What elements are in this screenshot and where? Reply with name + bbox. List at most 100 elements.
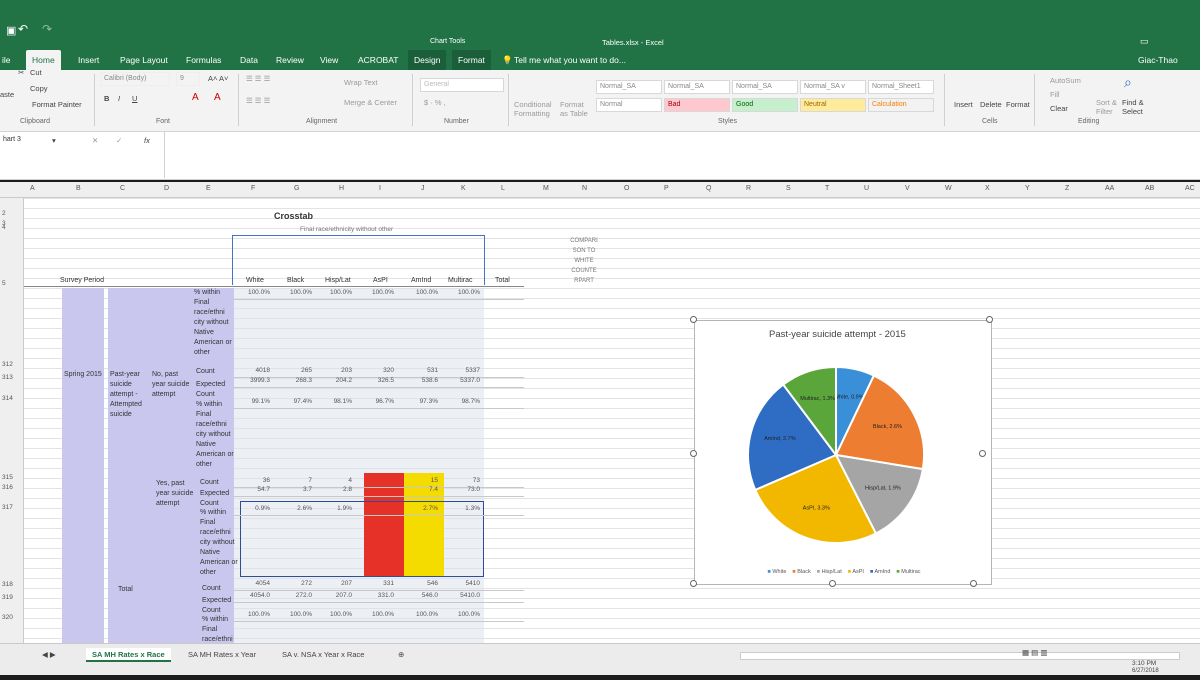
column-header-a[interactable]: A	[30, 185, 35, 192]
column-header-y[interactable]: Y	[1025, 185, 1030, 192]
row-header-5[interactable]: 5	[2, 280, 6, 287]
redo-icon[interactable]: ↷	[42, 22, 52, 36]
cell-total_pct-5[interactable]: 100.0%	[446, 611, 480, 618]
align-icons[interactable]: ☰ ☰ ☰	[246, 74, 270, 83]
insert-cells-button[interactable]: Insert	[954, 100, 973, 109]
cell-no_expected-2[interactable]: 204.2	[318, 377, 352, 384]
column-header-h[interactable]: H	[339, 185, 344, 192]
fx-icon[interactable]: fx	[144, 136, 150, 145]
cut-button[interactable]: Cut	[30, 68, 42, 77]
column-header-t[interactable]: T	[825, 185, 829, 192]
cell-yes_count-4[interactable]: 15	[404, 477, 438, 484]
tab-format[interactable]: Format	[452, 50, 491, 70]
cell-no_pct-2[interactable]: 98.1%	[318, 398, 352, 405]
cell-pct_row_top-0[interactable]: 100.0%	[236, 289, 270, 296]
cell-total_pct-2[interactable]: 100.0%	[318, 611, 352, 618]
cell-total_count-1[interactable]: 272	[278, 580, 312, 587]
user-name[interactable]: Giac-Thao Tran	[1132, 50, 1200, 85]
row-header-320[interactable]: 320	[2, 614, 13, 621]
style-normal-sa-1[interactable]: Normal_SA	[596, 80, 662, 94]
grow-font-icon[interactable]: A˄ A˅	[208, 74, 228, 83]
number-format-select[interactable]: General	[420, 78, 504, 92]
tab-acrobat[interactable]: ACROBAT	[352, 50, 404, 70]
column-header-g[interactable]: G	[294, 185, 299, 192]
cell-no_pct-0[interactable]: 99.1%	[236, 398, 270, 405]
find-select-button[interactable]: Find & Select	[1122, 98, 1150, 116]
enter-icon[interactable]: ✓	[116, 136, 122, 145]
cell-total_expected-5[interactable]: 5410.0	[446, 592, 480, 599]
column-header-b[interactable]: B	[76, 185, 81, 192]
column-header-s[interactable]: S	[786, 185, 791, 192]
cell-yes_pct-0[interactable]: 0.9%	[236, 505, 270, 512]
cell-no_expected-5[interactable]: 5337.0	[446, 377, 480, 384]
cell-no_count-0[interactable]: 4018	[236, 367, 270, 374]
column-header-d[interactable]: D	[164, 185, 169, 192]
tab-page-layout[interactable]: Page Layout	[114, 50, 174, 70]
tab-view[interactable]: View	[314, 50, 344, 70]
bold-button[interactable]: B	[104, 94, 109, 103]
cell-no_pct-3[interactable]: 96.7%	[360, 398, 394, 405]
font-size-select[interactable]: 9	[176, 72, 200, 86]
copy-button[interactable]: Copy	[30, 84, 48, 93]
cell-yes_expected-5[interactable]: 73.0	[446, 486, 480, 493]
cell-total_pct-1[interactable]: 100.0%	[278, 611, 312, 618]
cell-total_expected-3[interactable]: 331.0	[360, 592, 394, 599]
style-normal-sa-2[interactable]: Normal_SA	[664, 80, 730, 94]
column-header-c[interactable]: C	[120, 185, 125, 192]
autosum-button[interactable]: AutoSum	[1050, 76, 1081, 85]
tab-home[interactable]: Home	[26, 50, 61, 70]
column-header-k[interactable]: K	[461, 185, 466, 192]
add-sheet-icon[interactable]: ⊕	[392, 648, 410, 662]
currency-icon[interactable]: $ · % ,	[424, 98, 446, 107]
cell-pct_row_top-3[interactable]: 100.0%	[360, 289, 394, 296]
style-normal-sheet1[interactable]: Normal_Sheet1	[868, 80, 934, 94]
column-header-r[interactable]: R	[746, 185, 751, 192]
column-header-v[interactable]: V	[905, 185, 910, 192]
survey-period-cell[interactable]	[62, 288, 104, 643]
column-header-w[interactable]: W	[945, 185, 952, 192]
column-header-i[interactable]: I	[379, 185, 381, 192]
column-header-x[interactable]: X	[985, 185, 990, 192]
column-header-l[interactable]: L	[501, 185, 505, 192]
cell-total_pct-0[interactable]: 100.0%	[236, 611, 270, 618]
row-header-313[interactable]: 313	[2, 374, 13, 381]
column-header-f[interactable]: F	[251, 185, 255, 192]
cell-pct_row_top-5[interactable]: 100.0%	[446, 289, 480, 296]
cell-no_pct-1[interactable]: 97.4%	[278, 398, 312, 405]
tell-me-search[interactable]: Tell me what you want to do...	[508, 50, 632, 70]
row-header-315[interactable]: 315	[2, 474, 13, 481]
column-header-n[interactable]: N	[582, 185, 587, 192]
pie-chart[interactable]: Past-year suicide attempt - 2015 White, …	[694, 320, 992, 585]
cell-no_pct-4[interactable]: 97.3%	[404, 398, 438, 405]
tab-file[interactable]: ile	[0, 50, 17, 70]
row-header-2[interactable]: 2	[2, 210, 6, 217]
cell-yes_pct-5[interactable]: 1.3%	[446, 505, 480, 512]
merge-center-button[interactable]: Merge & Center	[344, 98, 397, 107]
cell-total_count-2[interactable]: 207	[318, 580, 352, 587]
tab-design[interactable]: Design	[408, 50, 447, 70]
row-header-312[interactable]: 312	[2, 361, 13, 368]
cell-pct_row_top-4[interactable]: 100.0%	[404, 289, 438, 296]
align-icons-2[interactable]: ☰ ☰ ☰	[246, 96, 270, 105]
cut-icon[interactable]: ✂	[18, 68, 24, 77]
cell-yes_count-1[interactable]: 7	[278, 477, 312, 484]
cell-total_expected-0[interactable]: 4054.0	[236, 592, 270, 599]
cell-total_count-4[interactable]: 546	[404, 580, 438, 587]
cell-yes_pct-1[interactable]: 2.6%	[278, 505, 312, 512]
cell-total_pct-3[interactable]: 100.0%	[360, 611, 394, 618]
conditional-formatting-button[interactable]: Conditional Formatting	[514, 100, 558, 118]
cell-no_count-4[interactable]: 531	[404, 367, 438, 374]
search-icon[interactable]: ⌕	[1124, 74, 1132, 91]
row-header-317[interactable]: 317	[2, 504, 13, 511]
cell-yes_count-0[interactable]: 36	[236, 477, 270, 484]
column-header-m[interactable]: M	[543, 185, 549, 192]
cell-no_expected-1[interactable]: 268.3	[278, 377, 312, 384]
cell-no_expected-3[interactable]: 326.5	[360, 377, 394, 384]
formula-input[interactable]	[164, 132, 1200, 178]
row-header-316[interactable]: 316	[2, 484, 13, 491]
cell-total_count-3[interactable]: 331	[360, 580, 394, 587]
cell-no_count-5[interactable]: 5337	[446, 367, 480, 374]
tab-insert[interactable]: Insert	[72, 50, 105, 70]
italic-button[interactable]: I	[118, 94, 120, 103]
column-header-p[interactable]: P	[664, 185, 669, 192]
